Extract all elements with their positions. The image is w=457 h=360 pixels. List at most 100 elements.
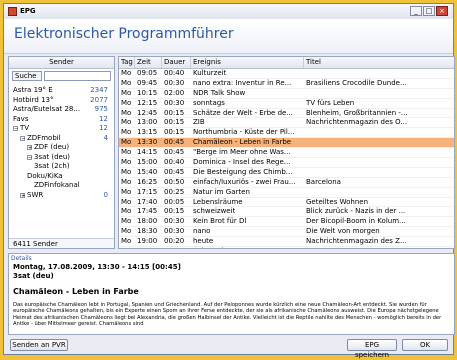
sender-tree: Astra 19° E 2347 Hotbird 13° 2077 Astra/Eute…	[9, 86, 114, 200]
table-cell: Mo	[121, 207, 132, 216]
table-row[interactable]: Mo 09:45 00:30 nano extra: Inventur in Re..…	[119, 79, 454, 89]
table-cell: 14:15	[137, 148, 158, 157]
table-cell: Mo	[121, 138, 132, 147]
collapse-icon[interactable]: −	[27, 154, 32, 160]
sender-item[interactable]: 3sat (2ch)	[9, 162, 114, 172]
table-cell: Mo	[121, 217, 132, 226]
table-cell: Brasiliens Crocodile Dunde...	[306, 78, 407, 87]
sender-label: TV	[20, 124, 30, 132]
table-row[interactable]: Mo 17:15 00:25 Natur im Garten	[119, 188, 454, 198]
sender-name: Doku/KiKa	[27, 172, 63, 182]
expand-icon[interactable]: +	[27, 145, 32, 151]
table-row[interactable]: Mo 09:05 00:40 Kulturzeit	[119, 69, 454, 79]
table-cell: Natur im Garten	[193, 187, 250, 196]
column-header[interactable]: Tag	[119, 57, 135, 68]
sender-label: ZDFmobil	[27, 133, 61, 142]
table-cell: Die Welt von morgen	[306, 227, 380, 236]
sender-item[interactable]: ZDFinfokanal	[9, 181, 114, 191]
sender-count-value: 4	[103, 133, 108, 142]
table-cell	[304, 158, 454, 167]
table-cell: Mo	[119, 247, 135, 248]
sender-item[interactable]: Doku/KiKa	[9, 172, 114, 182]
sender-item[interactable]: − TV 12	[9, 124, 114, 134]
table-row[interactable]: Mo 16:25 00:50 einfach/luxuriös - zwei Frau…	[119, 178, 454, 188]
table-cell: 02:00	[164, 88, 185, 97]
table-cell: 13:00	[137, 118, 158, 127]
table-cell: 18:30	[137, 227, 158, 236]
page-title: Elektronischer Programmführer	[14, 26, 234, 42]
app-icon	[8, 7, 17, 16]
sender-name: Hotbird 13°	[13, 96, 54, 106]
sender-header[interactable]: Sender	[9, 57, 114, 69]
column-header[interactable]: Ereignis	[191, 57, 304, 68]
table-row[interactable]: Mo 17:40 00:05 Lebenslräume Geteiltes Wohnen	[119, 198, 454, 208]
table-cell: Schätze der Welt - Erbe de...	[193, 108, 294, 117]
table-row[interactable]: Mo 17:45 00:15 schweizweit Blick zurück - Na…	[119, 207, 454, 218]
sender-item[interactable]: − ZDFmobil 4	[9, 134, 114, 144]
table-row[interactable]: Mo19:2000:40Kulturzeit	[119, 247, 454, 248]
table-cell	[304, 128, 454, 137]
table-cell	[304, 168, 454, 177]
table-row[interactable]: Mo 12:15 00:30 sonntags TV fürs Leben	[119, 99, 454, 109]
collapse-icon[interactable]: −	[13, 126, 18, 132]
table-cell: Mo	[121, 167, 132, 176]
table-row[interactable]: Mo 13:00 00:15 ZIB Nachrichtenmagazin des Ö.…	[119, 118, 454, 129]
table-cell: Mo	[121, 237, 132, 246]
table-row[interactable]: Mo 18:30 00:30 nano Die Welt von morgen	[119, 227, 454, 238]
table-row[interactable]: Mo 13:30 00:45 Chamäleon - Leben in Farbe	[119, 138, 454, 149]
table-cell: 10:15	[137, 88, 158, 97]
search-input[interactable]	[44, 71, 111, 81]
epg-save-button[interactable]: EPG speichern	[347, 339, 397, 359]
expand-icon[interactable]: +	[20, 192, 25, 198]
sender-item[interactable]: Astra/Eutelsat 28... 975	[9, 105, 114, 115]
sender-item[interactable]: −3sat (deu)	[9, 153, 114, 163]
table-cell	[304, 138, 454, 147]
grid-rows: Mo 09:05 00:40 Kulturzeit Mo 09:45 00:30 nano e…	[119, 69, 454, 248]
column-header[interactable]: Titel	[304, 57, 454, 68]
sender-item[interactable]: + ZDF (deu)	[9, 143, 114, 153]
table-cell: 00:30	[164, 98, 185, 107]
table-cell: Mo	[121, 88, 132, 97]
maximize-icon[interactable]: □	[423, 6, 435, 16]
search-button[interactable]: Suche	[12, 71, 42, 81]
table-row[interactable]: Mo 10:15 02:00 NDR Talk Show	[119, 89, 454, 99]
sender-count-value: 12	[99, 124, 108, 132]
table-row[interactable]: Mo 15:40 00:45 Die Besteigung des Chimb...	[119, 168, 454, 178]
table-row[interactable]: Mo 13:15 00:15 Northumbria - Küste der Pil.…	[119, 128, 454, 139]
sender-item[interactable]: Favs 12	[9, 115, 114, 125]
column-header[interactable]: Zeit	[135, 57, 162, 68]
table-cell: 00:45	[164, 148, 185, 157]
page-header: Elektronischer Programmführer	[4, 19, 453, 54]
sender-item[interactable]: Astra 19° E 2347	[9, 86, 114, 96]
table-cell: Blenheim, Großbritannien -...	[306, 108, 408, 117]
table-cell: nano	[193, 227, 211, 236]
sender-name: + SWR	[20, 191, 43, 201]
send-pvr-button[interactable]: Senden an PVR	[10, 339, 68, 351]
table-cell: 00:50	[164, 177, 185, 186]
minimize-icon[interactable]: _	[410, 6, 422, 16]
table-row[interactable]: Mo 12:45 00:15 Schätze der Welt - Erbe de..…	[119, 109, 454, 119]
table-row[interactable]: Mo 18:00 00:30 Kein Brot für Dl Der Bicopil-…	[119, 217, 454, 228]
table-row[interactable]: Mo 19:00 00:20 heute Nachrichtenmagazin des …	[119, 237, 454, 248]
table-cell	[304, 247, 454, 248]
programme-grid: Tag Zeit Dauer Ereignis Titel Mo 09:05 00:40 Ku…	[118, 56, 455, 249]
sender-name: − ZDFmobil	[20, 134, 61, 144]
grid-header: Tag Zeit Dauer Ereignis Titel	[119, 57, 454, 69]
sender-item[interactable]: Hotbird 13° 2077	[9, 96, 114, 106]
sender-item[interactable]: + SWR 0	[9, 191, 114, 201]
title-bar[interactable]: EPG _ □ ×	[4, 4, 453, 20]
table-cell	[304, 89, 454, 98]
search-row: Suche	[12, 71, 111, 81]
column-header[interactable]: Dauer	[162, 57, 191, 68]
table-cell: Mo	[121, 148, 132, 157]
close-icon[interactable]: ×	[436, 6, 448, 16]
table-cell: sonntags	[193, 98, 225, 107]
collapse-icon[interactable]: −	[20, 135, 25, 141]
table-cell: 00:05	[164, 197, 185, 206]
sender-count-value: 975	[94, 105, 108, 113]
table-row[interactable]: Mo 15:00 00:40 Dominica - Insel des Rege...	[119, 158, 454, 168]
table-row[interactable]: Mo 14:15 00:45 "Berge im Meer ohne Was...	[119, 148, 454, 159]
table-cell: Mo	[121, 187, 132, 196]
ok-button[interactable]: OK	[402, 339, 448, 351]
sender-name: Astra 19° E	[13, 86, 53, 96]
